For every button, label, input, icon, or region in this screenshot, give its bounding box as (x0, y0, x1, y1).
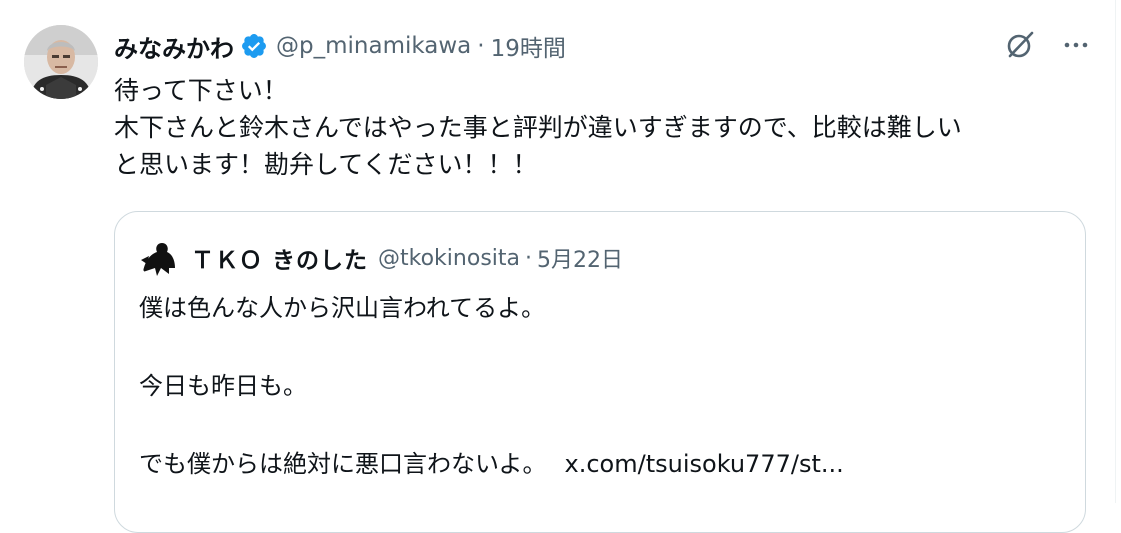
timestamp[interactable]: 19時間 (491, 29, 566, 63)
display-name[interactable]: みなみかわ (114, 29, 234, 64)
quoted-text-line: 今日も昨日も。 (139, 372, 307, 400)
tweet-text-line: 待って下さい！ (114, 76, 288, 105)
quoted-avatar-image (139, 238, 179, 278)
quoted-avatar[interactable] (139, 238, 179, 278)
quoted-link[interactable]: x.com/tsuisoku777/st... (565, 450, 844, 478)
user-handle[interactable]: @p_minamikawa (276, 33, 471, 59)
more-icon[interactable] (1057, 26, 1095, 64)
grok-icon[interactable] (1001, 26, 1039, 64)
avatar[interactable] (24, 25, 98, 99)
quoted-timestamp[interactable]: 5月22日 (537, 242, 623, 274)
quoted-text-last-line: でも僕からは絶対に悪口言わないよ。 x.com/tsuisoku777/st... (139, 446, 1059, 482)
quoted-tweet-header: ＴＫＯ きのした @tkokinosita · 5月22日 (139, 238, 623, 278)
column-divider (1115, 0, 1116, 503)
quoted-text-line: でも僕からは絶対に悪口言わないよ。 (139, 450, 547, 478)
tweet-text-line: と思います！勘弁してください！！！ (114, 150, 538, 179)
quoted-user-handle[interactable]: @tkokinosita (378, 246, 520, 271)
quoted-tweet[interactable]: ＴＫＯ きのした @tkokinosita · 5月22日 僕は色んな人から沢山… (114, 211, 1086, 533)
quoted-text-line: 僕は色んな人から沢山言われてるよ。 (139, 294, 546, 322)
separator-dot: · (477, 33, 485, 59)
tweet-text-line: 木下さんと鈴木さんではやった事と評判が違いすぎますので、比較は難しい (114, 113, 962, 142)
avatar-image (24, 25, 98, 99)
separator-dot: · (525, 245, 532, 271)
tweet-header: みなみかわ @p_minamikawa · 19時間 (114, 26, 566, 66)
tweet-text: 待って下さい！ 木下さんと鈴木さんではやった事と評判が違いすぎますので、比較は難… (114, 72, 1094, 183)
verified-badge-icon[interactable] (240, 32, 268, 60)
tweet-card: みなみかわ @p_minamikawa · 19時間 待って下さい！ 木下さんと… (0, 0, 1121, 533)
quoted-tweet-text: 僕は色んな人から沢山言われてるよ。 今日も昨日も。 でも僕からは絶対に悪口言わな… (139, 290, 1059, 482)
tweet-actions (1001, 26, 1095, 64)
quoted-display-name[interactable]: ＴＫＯ きのした (191, 241, 368, 275)
